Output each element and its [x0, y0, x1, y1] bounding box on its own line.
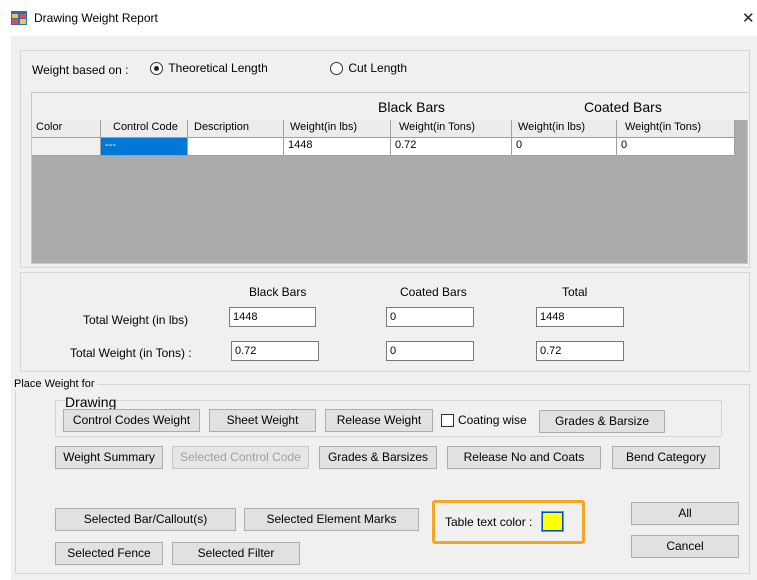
col-header-coated-tons[interactable]: Weight(in Tons): [617, 120, 735, 138]
col-header-control-code[interactable]: Control Code: [101, 120, 188, 138]
cell-coated-tons[interactable]: 0: [617, 138, 735, 156]
total-lbs-label: Total Weight (in lbs): [83, 313, 189, 327]
grades-barsize-button[interactable]: Grades & Barsize: [539, 410, 665, 433]
grades-barsizes-button[interactable]: Grades & Barsizes: [319, 446, 437, 469]
bend-category-button[interactable]: Bend Category: [612, 446, 720, 469]
cell-color[interactable]: [32, 138, 101, 156]
radio-theoretical-label: Theoretical Length: [168, 61, 268, 75]
radio-unchecked-icon: [330, 62, 343, 76]
total-lbs-total-field[interactable]: [536, 307, 624, 327]
totals-header-black: Black Bars: [249, 285, 307, 299]
release-no-coats-button[interactable]: Release No and Coats: [447, 446, 601, 469]
radio-cut-label: Cut Length: [348, 61, 408, 75]
close-icon[interactable]: ✕: [742, 9, 755, 27]
totals-header-coated: Coated Bars: [400, 285, 467, 299]
cell-black-tons[interactable]: 0.72: [391, 138, 512, 156]
selected-bar-callout-button[interactable]: Selected Bar/Callout(s): [55, 508, 236, 531]
selected-control-code-button[interactable]: Selected Control Code: [172, 446, 309, 469]
radio-theoretical-length[interactable]: Theoretical Length: [150, 61, 268, 76]
weight-grid: Black Bars Coated Bars Color Control Cod…: [31, 92, 748, 264]
total-tons-black-field[interactable]: [231, 341, 319, 361]
total-tons-label: Total Weight (in Tons) :: [70, 346, 192, 360]
selected-fence-button[interactable]: Selected Fence: [55, 542, 163, 565]
col-header-description[interactable]: Description: [188, 120, 284, 138]
cell-black-lbs[interactable]: 1448: [284, 138, 391, 156]
control-codes-weight-button[interactable]: Control Codes Weight: [63, 409, 200, 432]
radio-checked-icon: [150, 62, 163, 76]
total-lbs-coated-field[interactable]: [386, 307, 474, 327]
total-lbs-black-field[interactable]: [229, 307, 316, 327]
cell-control-code[interactable]: ---: [101, 138, 188, 156]
totals-header-total: Total: [562, 285, 588, 299]
selected-filter-button[interactable]: Selected Filter: [172, 542, 300, 565]
col-header-coated-lbs[interactable]: Weight(in lbs): [512, 120, 617, 138]
window-title: Drawing Weight Report: [34, 11, 158, 25]
app-icon: [11, 11, 27, 25]
cell-coated-lbs[interactable]: 0: [512, 138, 617, 156]
col-header-black-lbs[interactable]: Weight(in lbs): [284, 120, 391, 138]
grid-group-header-row: Black Bars Coated Bars: [32, 93, 748, 120]
total-tons-total-field[interactable]: [536, 341, 624, 361]
all-button[interactable]: All: [631, 502, 739, 525]
drawing-label: Drawing: [65, 394, 117, 410]
col-header-black-tons[interactable]: Weight(in Tons): [391, 120, 512, 138]
radio-cut-length[interactable]: Cut Length: [330, 61, 408, 76]
table-text-color-swatch[interactable]: [541, 511, 564, 532]
total-tons-coated-field[interactable]: [386, 341, 474, 361]
col-header-color[interactable]: Color: [32, 120, 101, 138]
cancel-button[interactable]: Cancel: [631, 535, 739, 558]
weight-summary-button[interactable]: Weight Summary: [55, 446, 163, 469]
cell-description[interactable]: [188, 138, 284, 156]
weight-based-on-label: Weight based on :: [32, 63, 129, 77]
table-text-color-label: Table text color :: [445, 515, 533, 529]
coating-wise-checkbox[interactable]: [441, 414, 454, 427]
title-bar: Drawing Weight Report ✕: [0, 0, 757, 36]
group-header-coated-bars: Coated Bars: [584, 99, 662, 115]
sheet-weight-button[interactable]: Sheet Weight: [209, 409, 316, 432]
place-weight-label: Place Weight for: [14, 378, 97, 390]
selected-element-marks-button[interactable]: Selected Element Marks: [244, 508, 419, 531]
group-header-black-bars: Black Bars: [378, 99, 445, 115]
release-weight-button[interactable]: Release Weight: [325, 409, 433, 432]
coating-wise-label: Coating wise: [458, 413, 527, 427]
